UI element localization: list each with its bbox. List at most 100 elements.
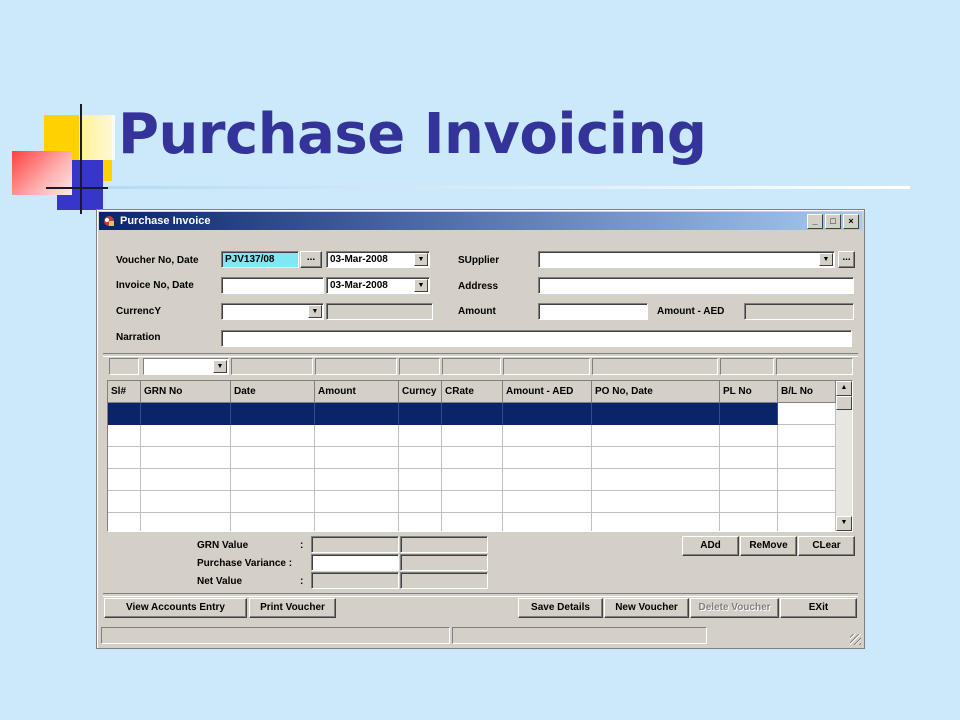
table-cell[interactable]	[141, 447, 231, 469]
table-cell[interactable]	[720, 425, 778, 447]
table-cell[interactable]	[720, 447, 778, 469]
supplier-lookup-button[interactable]: ...	[838, 251, 855, 268]
column-header[interactable]: Sl#	[108, 381, 141, 403]
table-cell[interactable]	[442, 469, 503, 491]
scroll-up-icon[interactable]: ▲	[836, 381, 852, 396]
purchase-variance-field[interactable]	[311, 554, 399, 571]
filter-cell[interactable]	[776, 358, 853, 375]
column-header[interactable]: Date	[231, 381, 315, 403]
table-cell[interactable]	[442, 403, 503, 425]
table-cell[interactable]	[315, 491, 399, 513]
table-cell[interactable]	[231, 447, 315, 469]
close-button[interactable]: ×	[843, 214, 859, 229]
column-header[interactable]: Curncy	[399, 381, 442, 403]
scroll-down-icon[interactable]: ▼	[836, 516, 852, 531]
column-header[interactable]: B/L No	[778, 381, 836, 403]
table-cell[interactable]	[442, 447, 503, 469]
currency-select[interactable]: ▼	[221, 303, 324, 320]
table-cell[interactable]	[592, 403, 720, 425]
clear-button[interactable]: CLear	[798, 536, 855, 556]
amount-field[interactable]	[538, 303, 648, 320]
resize-grip-icon[interactable]	[850, 634, 861, 645]
table-cell[interactable]	[108, 425, 141, 447]
table-cell[interactable]	[592, 491, 720, 513]
table-cell[interactable]	[503, 469, 592, 491]
table-cell[interactable]	[720, 469, 778, 491]
table-cell[interactable]	[399, 491, 442, 513]
supplier-select[interactable]: ▼	[538, 251, 835, 268]
table-cell[interactable]	[315, 425, 399, 447]
table-cell[interactable]	[778, 403, 836, 425]
filter-cell[interactable]	[315, 358, 397, 375]
chevron-down-icon[interactable]: ▼	[213, 360, 227, 373]
table-cell[interactable]	[141, 491, 231, 513]
table-row[interactable]	[108, 491, 836, 513]
table-cell[interactable]	[399, 513, 442, 531]
table-cell[interactable]	[315, 513, 399, 531]
table-cell[interactable]	[592, 469, 720, 491]
table-cell[interactable]	[503, 425, 592, 447]
address-field[interactable]	[538, 277, 854, 294]
table-row[interactable]	[108, 469, 836, 491]
column-header[interactable]: GRN No	[141, 381, 231, 403]
table-cell[interactable]	[141, 425, 231, 447]
table-cell[interactable]	[778, 425, 836, 447]
print-voucher-button[interactable]: Print Voucher	[249, 598, 336, 618]
filter-cell[interactable]	[231, 358, 313, 375]
table-cell[interactable]	[778, 469, 836, 491]
table-cell[interactable]	[231, 403, 315, 425]
table-cell[interactable]	[503, 403, 592, 425]
invoice-no-field[interactable]	[221, 277, 324, 294]
table-cell[interactable]	[720, 403, 778, 425]
filter-cell[interactable]	[720, 358, 774, 375]
table-cell[interactable]	[315, 469, 399, 491]
filter-cell[interactable]	[109, 358, 139, 375]
table-cell[interactable]	[399, 447, 442, 469]
remove-row-button[interactable]: ReMove	[740, 536, 797, 556]
table-cell[interactable]	[231, 469, 315, 491]
table-cell[interactable]	[442, 513, 503, 531]
maximize-button[interactable]: □	[825, 214, 841, 229]
chevron-down-icon[interactable]: ▼	[308, 305, 322, 318]
table-cell[interactable]	[503, 447, 592, 469]
table-cell[interactable]	[108, 403, 141, 425]
table-cell[interactable]	[108, 469, 141, 491]
table-cell[interactable]	[592, 425, 720, 447]
table-cell[interactable]	[442, 491, 503, 513]
table-cell[interactable]	[141, 469, 231, 491]
column-header[interactable]: Amount - AED	[503, 381, 592, 403]
table-cell[interactable]	[108, 491, 141, 513]
table-cell[interactable]	[399, 403, 442, 425]
table-row[interactable]	[108, 403, 836, 425]
table-cell[interactable]	[315, 403, 399, 425]
filter-cell[interactable]	[442, 358, 501, 375]
column-header[interactable]: CRate	[442, 381, 503, 403]
filter-cell[interactable]	[503, 358, 590, 375]
table-cell[interactable]	[108, 447, 141, 469]
scroll-thumb[interactable]	[836, 396, 852, 410]
table-cell[interactable]	[592, 513, 720, 531]
new-voucher-button[interactable]: New Voucher	[604, 598, 689, 618]
table-cell[interactable]	[778, 491, 836, 513]
voucher-lookup-button[interactable]: ...	[300, 251, 322, 268]
table-cell[interactable]	[315, 447, 399, 469]
table-cell[interactable]	[778, 513, 836, 531]
chevron-down-icon[interactable]: ▼	[414, 279, 428, 292]
table-cell[interactable]	[141, 403, 231, 425]
chevron-down-icon[interactable]: ▼	[414, 253, 428, 266]
filter-cell[interactable]	[592, 358, 718, 375]
chevron-down-icon[interactable]: ▼	[819, 253, 833, 266]
filter-select[interactable]: ▼	[143, 358, 229, 375]
table-cell[interactable]	[399, 425, 442, 447]
vertical-scrollbar[interactable]: ▲ ▼	[836, 381, 852, 531]
column-header[interactable]: Amount	[315, 381, 399, 403]
voucher-no-field[interactable]: PJV137/08	[221, 251, 299, 268]
narration-field[interactable]	[221, 330, 852, 347]
table-cell[interactable]	[503, 513, 592, 531]
table-row[interactable]	[108, 425, 836, 447]
table-row[interactable]	[108, 447, 836, 469]
exit-button[interactable]: EXit	[780, 598, 857, 618]
table-cell[interactable]	[231, 425, 315, 447]
invoice-grid[interactable]: Sl# GRN No Date Amount Curncy CRate Amount - A…	[107, 380, 853, 532]
add-row-button[interactable]: ADd	[682, 536, 739, 556]
